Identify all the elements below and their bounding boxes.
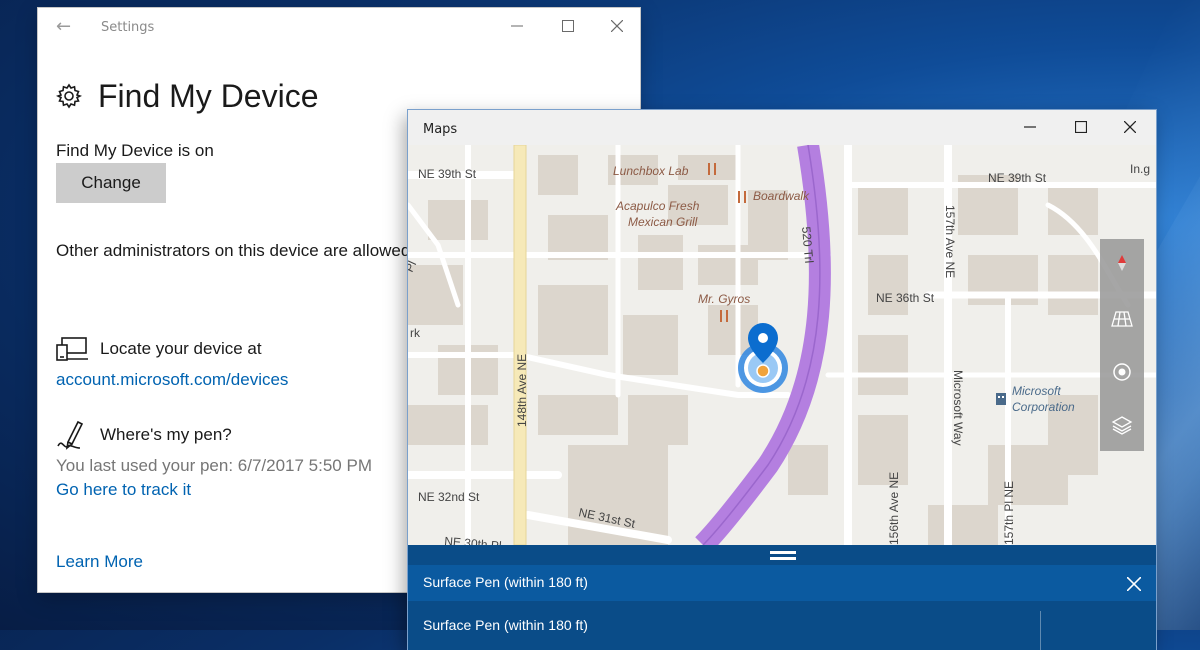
locate-me-button[interactable]	[1100, 352, 1144, 392]
street-label: NE 39th St	[418, 167, 477, 181]
device-result-title: Surface Pen (within 180 ft)	[423, 574, 588, 590]
result-header[interactable]: Surface Pen (within 180 ft)	[408, 565, 1156, 601]
close-icon	[610, 19, 624, 33]
close-button[interactable]	[604, 14, 630, 40]
place-label: Mexican Grill	[628, 215, 698, 229]
building-icon	[996, 393, 1006, 405]
map-canvas[interactable]: NE 39th St NE 39th St 157th Ave NE 148th…	[408, 145, 1156, 545]
place-label: Acapulco Fresh	[615, 199, 700, 213]
close-icon	[1126, 576, 1142, 592]
street-label: Microsoft Way	[951, 370, 965, 446]
window-title: Maps	[423, 122, 458, 137]
divider	[1040, 611, 1041, 650]
track-pen-link[interactable]: Go here to track it	[56, 480, 191, 500]
street-label: NE 36th St	[876, 291, 935, 305]
street-label: NE 39th St	[988, 171, 1047, 185]
page-heading: Find My Device	[56, 74, 319, 118]
minimize-button[interactable]	[1016, 116, 1044, 140]
locate-device-link[interactable]: account.microsoft.com/devices	[56, 370, 288, 390]
layers-icon	[1111, 416, 1133, 435]
3d-view-icon	[1111, 311, 1133, 327]
title-bar: Maps	[408, 110, 1156, 146]
close-panel-button[interactable]	[1122, 569, 1146, 596]
place-label: Corporation	[1012, 400, 1075, 414]
window-title: Settings	[101, 20, 155, 35]
maps-window: Maps NE 39th St NE 39th St 157th Ave NE …	[408, 110, 1156, 650]
page-title: Find My Device	[98, 77, 319, 114]
place-label: Mr. Gyros	[698, 292, 750, 306]
street-label: rk	[410, 326, 421, 340]
status-text: Find My Device is on	[56, 141, 214, 160]
change-button[interactable]: Change	[56, 163, 166, 203]
maximize-icon	[1074, 120, 1088, 134]
close-icon	[1123, 120, 1137, 134]
pen-last-used-text: You last used your pen: 6/7/2017 5:50 PM	[56, 456, 372, 475]
locate-me-icon	[1113, 363, 1131, 381]
street-label: In.g	[1130, 162, 1150, 176]
close-button[interactable]	[1116, 116, 1144, 140]
street-label: 148th Ave NE	[515, 354, 529, 427]
maximize-button[interactable]	[555, 14, 581, 40]
street-label: 157th Pl NE	[1002, 481, 1016, 545]
street-label: NE 32nd St	[418, 490, 480, 504]
pen-row: Where's my pen?	[56, 418, 232, 452]
place-label: Lunchbox Lab	[613, 164, 689, 178]
results-panel: Surface Pen (within 180 ft) Surface Pen …	[408, 545, 1156, 650]
minimize-button[interactable]	[504, 14, 530, 40]
locate-label: Locate your device at	[100, 339, 262, 358]
maximize-button[interactable]	[1067, 116, 1095, 140]
street-label: 156th Ave NE	[887, 472, 901, 545]
gear-icon	[56, 83, 82, 109]
place-label: Microsoft	[1012, 384, 1061, 398]
pen-icon	[57, 420, 84, 450]
arterial-road	[513, 145, 527, 545]
locate-device-row: Locate your device at	[56, 336, 262, 362]
compass-icon	[1118, 255, 1126, 271]
panel-drag-handle[interactable]	[770, 551, 796, 560]
map-controls	[1100, 239, 1144, 451]
learn-more-link[interactable]: Learn More	[56, 552, 143, 572]
minimize-icon	[511, 25, 523, 27]
maximize-icon	[562, 20, 574, 32]
title-bar: ← Settings	[38, 8, 640, 46]
street-label: 157th Ave NE	[943, 205, 957, 278]
layers-button[interactable]	[1100, 405, 1144, 445]
device-result-item[interactable]: Surface Pen (within 180 ft)	[423, 617, 588, 633]
place-label: Boardwalk	[753, 189, 810, 203]
compass-button[interactable]	[1100, 243, 1144, 283]
back-button[interactable]: ←	[56, 16, 71, 37]
minimize-icon	[1024, 126, 1036, 128]
pen-label: Where's my pen?	[100, 425, 232, 444]
laptop-locate-icon	[56, 337, 88, 361]
3d-view-button[interactable]	[1100, 299, 1144, 339]
